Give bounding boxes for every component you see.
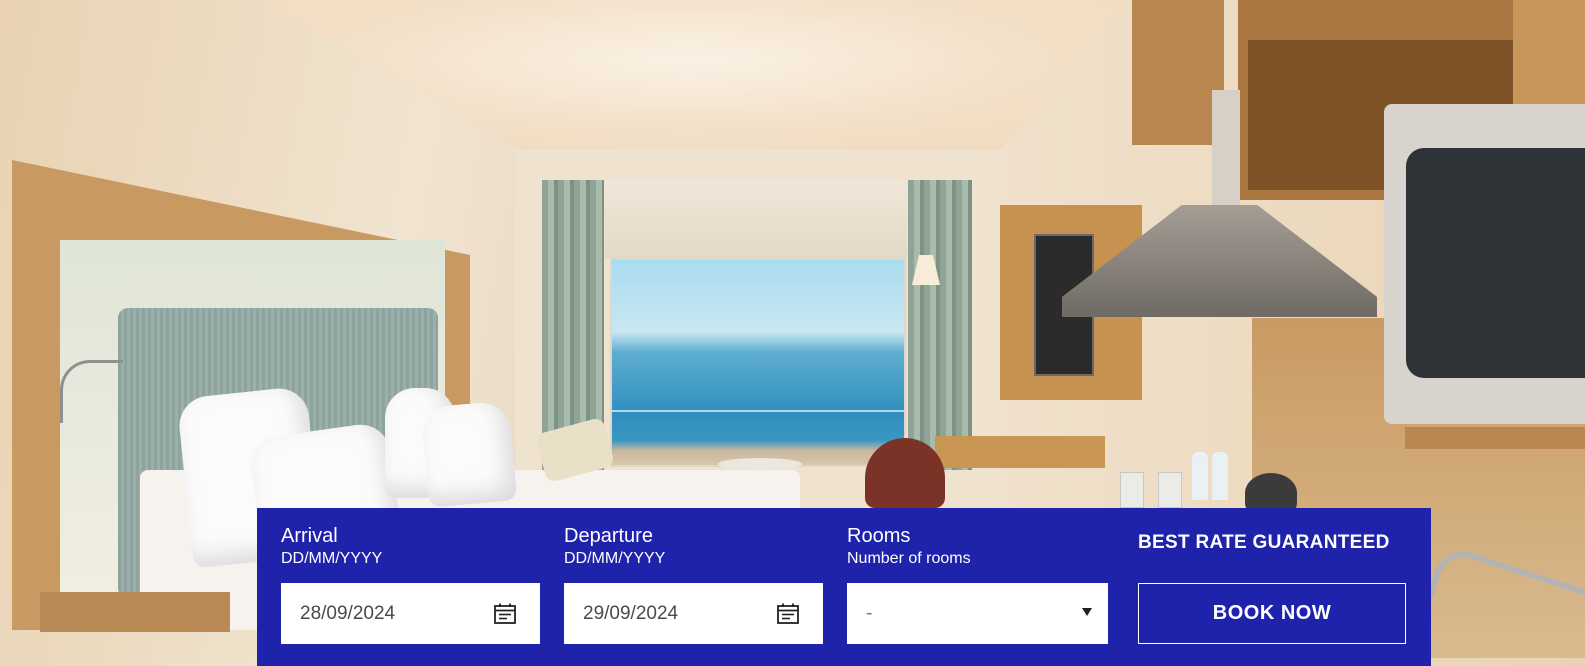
arrival-format-hint: DD/MM/YYYY — [281, 550, 383, 567]
hood-chimney — [1212, 90, 1240, 210]
rooms-select[interactable]: - — [847, 583, 1108, 644]
pillow — [420, 400, 518, 508]
glass — [1120, 472, 1144, 508]
arrival-field-header: Arrival DD/MM/YYYY — [281, 524, 382, 569]
rooms-hint: Number of rooms — [847, 550, 971, 567]
nightstand — [40, 592, 230, 632]
rooms-field-header: Rooms Number of rooms — [847, 524, 971, 569]
water-bottle — [1192, 452, 1208, 500]
departure-label: Departure — [564, 525, 653, 547]
desk-chair — [865, 438, 945, 508]
microwave-door — [1406, 148, 1585, 378]
kettle — [1245, 473, 1297, 513]
departure-date-value: 29/09/2024 — [583, 603, 679, 624]
water-bottle — [1212, 452, 1228, 500]
upper-cabinet — [1132, 0, 1224, 145]
arrival-date-value: 28/09/2024 — [300, 603, 396, 624]
departure-format-hint: DD/MM/YYYY — [564, 550, 666, 567]
calendar-icon[interactable] — [494, 603, 516, 624]
sea-view-window — [610, 258, 906, 467]
booking-bar: Arrival DD/MM/YYYY 28/09/2024 Departure … — [257, 508, 1431, 666]
arrival-label: Arrival — [281, 525, 338, 547]
desk — [935, 436, 1105, 468]
chevron-down-icon[interactable] — [1082, 608, 1092, 616]
side-table — [718, 458, 802, 470]
departure-field-header: Departure DD/MM/YYYY — [564, 524, 665, 569]
arrival-date-input[interactable]: 28/09/2024 — [281, 583, 540, 644]
rooms-label: Rooms — [847, 525, 911, 547]
reading-lamp — [60, 360, 123, 423]
curtain-right — [908, 180, 972, 470]
window-blind — [605, 180, 907, 258]
glass — [1158, 472, 1182, 508]
book-now-button[interactable]: BOOK NOW — [1138, 583, 1406, 644]
rooms-selected-value: - — [866, 603, 873, 624]
calendar-icon[interactable] — [777, 603, 799, 624]
best-rate-guaranteed: BEST RATE GUARANTEED — [1138, 532, 1390, 553]
departure-date-input[interactable]: 29/09/2024 — [564, 583, 823, 644]
kitchen-shelf — [1405, 427, 1585, 449]
